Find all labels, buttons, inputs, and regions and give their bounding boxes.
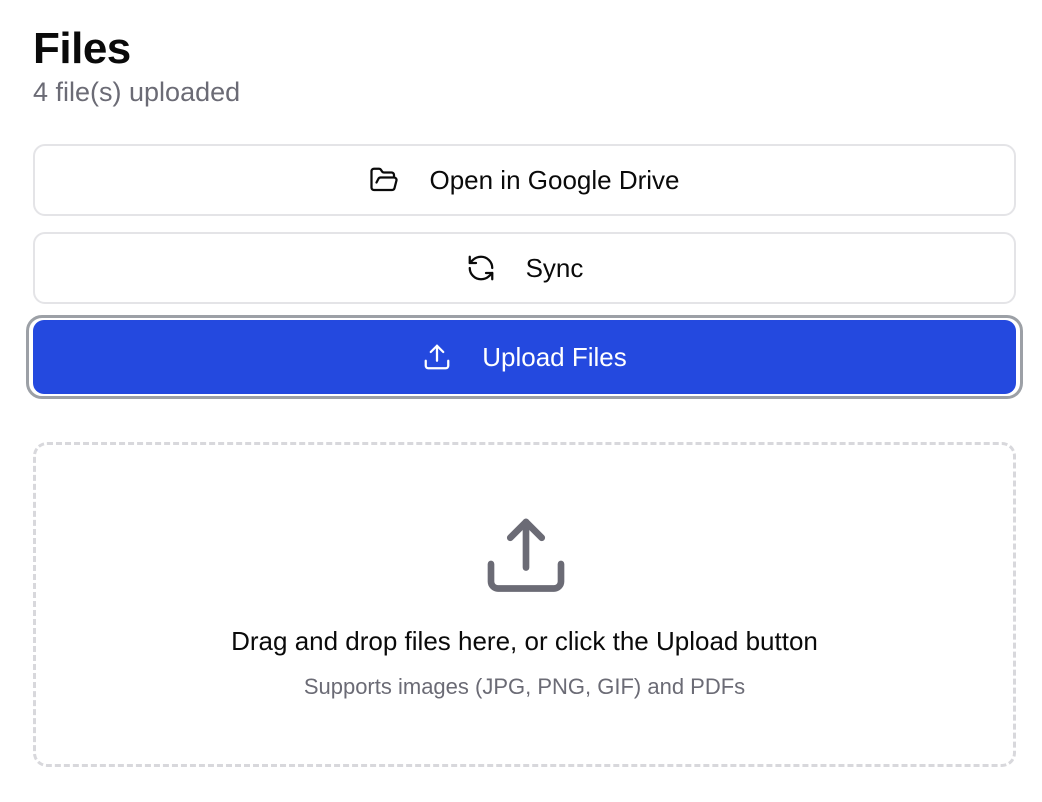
file-dropzone[interactable]: Drag and drop files here, or click the U…: [33, 442, 1016, 767]
dropzone-hint: Supports images (JPG, PNG, GIF) and PDFs: [303, 674, 746, 699]
upload-icon: [484, 515, 568, 599]
upload-files-button[interactable]: Upload Files: [33, 320, 1016, 394]
refresh-icon: [466, 253, 496, 283]
files-panel: Files 4 file(s) uploaded Open in Google …: [26, 24, 1023, 767]
file-count: 4 file(s) uploaded: [33, 77, 241, 107]
upload-icon: [422, 342, 452, 372]
open-in-google-drive-label: Open in Google Drive: [429, 164, 680, 195]
dropzone-title: Drag and drop files here, or click the U…: [231, 626, 818, 656]
page-title: Files: [33, 24, 131, 73]
sync-label: Sync: [525, 252, 584, 283]
folder-open-icon: [369, 165, 399, 195]
upload-files-label: Upload Files: [482, 341, 627, 372]
open-in-google-drive-button[interactable]: Open in Google Drive: [33, 144, 1016, 216]
sync-button[interactable]: Sync: [33, 232, 1016, 304]
